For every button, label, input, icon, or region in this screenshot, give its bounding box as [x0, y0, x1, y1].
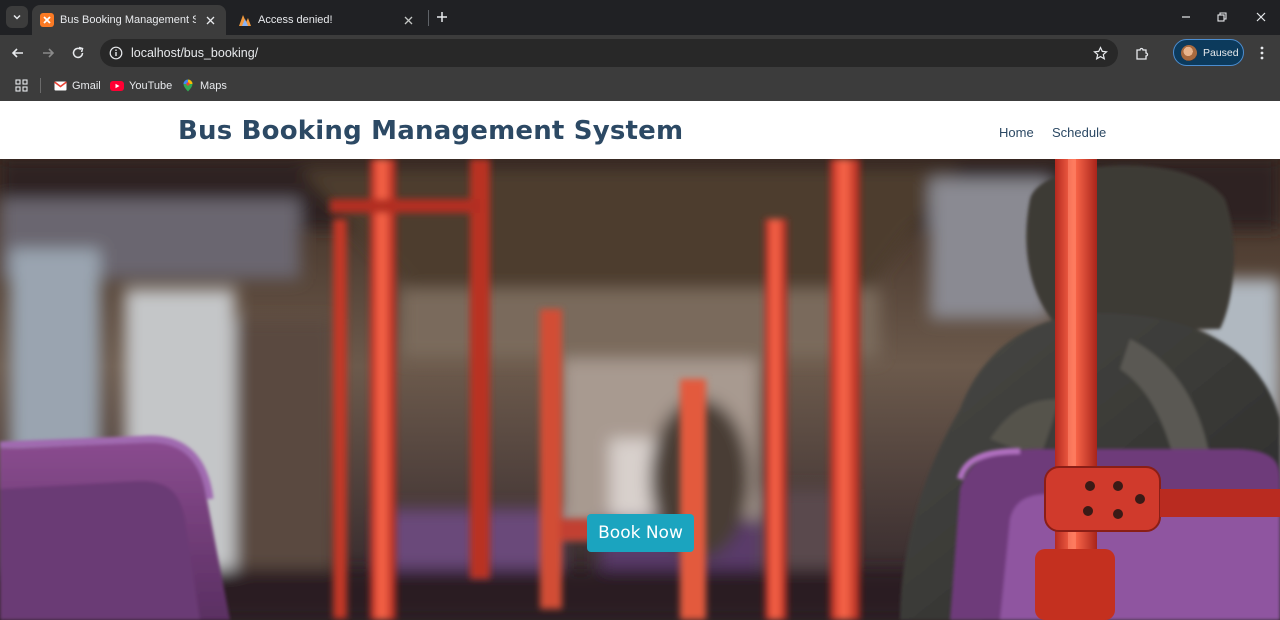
more-vertical-icon	[1260, 46, 1264, 60]
minimize-icon	[1182, 16, 1190, 18]
extensions-button[interactable]	[1132, 43, 1152, 63]
new-tab-button[interactable]	[432, 7, 452, 27]
address-text[interactable]: localhost/bus_booking/	[131, 46, 258, 60]
site-header: Bus Booking Management System Home Sched…	[0, 101, 1280, 159]
maps-icon	[181, 79, 195, 93]
plus-icon	[437, 12, 447, 22]
reload-icon	[72, 46, 84, 59]
hero-section: Book Now	[0, 159, 1280, 620]
book-now-button[interactable]: Book Now	[587, 514, 694, 552]
reload-button[interactable]	[66, 41, 90, 65]
bookmark-star-icon[interactable]	[1092, 45, 1108, 61]
tab-access-denied[interactable]: Access denied!	[230, 5, 424, 35]
tab-separator	[428, 10, 429, 26]
tab-close-icon[interactable]	[202, 12, 218, 28]
arrow-left-icon	[11, 48, 23, 58]
forward-button[interactable]	[36, 41, 60, 65]
tab-close-icon[interactable]	[400, 12, 416, 28]
apps-grid-icon[interactable]	[13, 77, 29, 93]
tab-title: Bus Booking Management System	[60, 14, 196, 26]
site-info-icon[interactable]	[108, 45, 124, 61]
minimize-button[interactable]	[1175, 6, 1197, 28]
bookmark-gmail[interactable]: Gmail	[53, 76, 101, 95]
tab-bus-booking[interactable]: Bus Booking Management System	[32, 5, 226, 35]
restore-icon	[1217, 12, 1227, 22]
avatar	[1181, 44, 1197, 61]
bookmark-label: YouTube	[129, 79, 173, 92]
bookmark-label: Maps	[200, 79, 227, 92]
puzzle-icon	[1136, 47, 1149, 60]
bookmark-maps[interactable]: Maps	[181, 76, 227, 95]
tab-title: Access denied!	[258, 14, 333, 26]
site-brand[interactable]: Bus Booking Management System	[178, 116, 683, 146]
bookmark-youtube[interactable]: YouTube	[110, 76, 172, 95]
profile-button[interactable]: Paused	[1173, 39, 1244, 66]
bookmark-label: Gmail	[72, 79, 101, 92]
nav-home-link[interactable]: Home	[999, 125, 1034, 140]
address-bar[interactable]: localhost/bus_booking/	[100, 39, 1118, 67]
browser-toolbar: localhost/bus_booking/ Paused	[0, 35, 1280, 70]
browser-menu-button[interactable]	[1253, 43, 1271, 63]
gmail-icon	[53, 79, 67, 93]
tab-search-button[interactable]	[6, 6, 28, 28]
nav-schedule-link[interactable]: Schedule	[1052, 125, 1106, 140]
xampp-favicon-icon	[40, 13, 54, 27]
profile-status-label: Paused	[1203, 46, 1239, 59]
warning-favicon-icon	[238, 13, 252, 27]
bookmarks-separator	[40, 78, 41, 93]
arrow-right-icon	[43, 48, 55, 58]
web-page: Bus Booking Management System Home Sched…	[0, 101, 1280, 620]
restore-button[interactable]	[1211, 6, 1233, 28]
close-icon	[1256, 12, 1266, 22]
tab-strip: Bus Booking Management System Access den…	[0, 0, 1280, 35]
bookmarks-bar: Gmail YouTube Maps	[0, 70, 1280, 101]
back-button[interactable]	[6, 41, 30, 65]
close-window-button[interactable]	[1250, 6, 1272, 28]
youtube-icon	[110, 79, 124, 93]
chevron-down-icon	[13, 14, 21, 20]
